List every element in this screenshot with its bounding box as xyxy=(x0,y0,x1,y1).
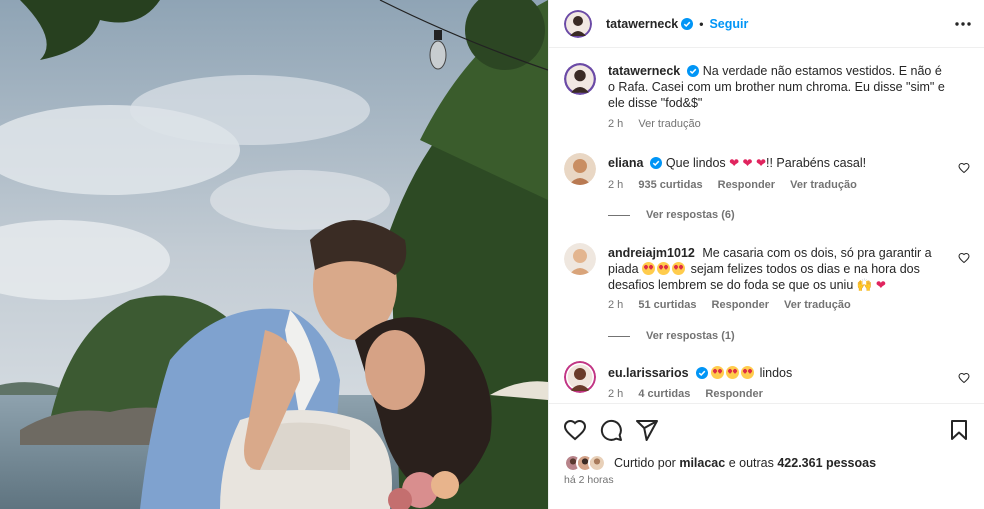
liked-by-suffix: e outras xyxy=(728,456,774,470)
comment-username[interactable]: eliana xyxy=(608,156,643,170)
comment-text-suffix: !! Parabéns casal! xyxy=(766,156,867,170)
view-replies-label: Ver respostas (1) xyxy=(646,330,735,342)
caption-username[interactable]: tatawerneck xyxy=(608,64,680,78)
avatar[interactable] xyxy=(564,243,596,275)
translate-link[interactable]: Ver tradução xyxy=(790,179,857,191)
separator-dot: • xyxy=(699,16,704,31)
comment-username[interactable]: eu.larissarios xyxy=(608,366,689,380)
replies-divider xyxy=(608,214,630,216)
comment-text: lindos xyxy=(759,366,793,380)
comment-bubble-icon[interactable] xyxy=(599,418,623,442)
avatar[interactable] xyxy=(564,9,592,38)
heart-eyes-emoji-icon xyxy=(642,262,687,276)
instagram-post-view: tatawerneck • Seguir tatawerneck Na verd… xyxy=(0,0,984,509)
liker-avatar xyxy=(588,454,606,472)
like-comment-heart-icon[interactable] xyxy=(958,162,970,174)
post-author-username[interactable]: tatawerneck xyxy=(606,17,678,31)
verified-badge-icon xyxy=(687,65,700,77)
comment-likes[interactable]: 935 curtidas xyxy=(638,179,702,191)
reply-link[interactable]: Responder xyxy=(712,299,769,311)
post-side-panel: tatawerneck • Seguir tatawerneck Na verd… xyxy=(548,0,984,509)
share-paper-plane-icon[interactable] xyxy=(635,418,659,442)
view-replies-label: Ver respostas (6) xyxy=(646,209,735,221)
wedding-kiss-photo xyxy=(0,0,548,509)
save-bookmark-icon[interactable] xyxy=(947,418,971,442)
comment-username[interactable]: andreiajm1012 xyxy=(608,246,695,260)
comment-likes[interactable]: 51 curtidas xyxy=(638,299,696,311)
heart-eyes-emoji-icon xyxy=(711,366,756,380)
post-timestamp: há 2 horas xyxy=(564,474,614,486)
likes-count[interactable]: 422.361 pessoas xyxy=(777,456,876,470)
avatar[interactable] xyxy=(564,63,596,95)
liked-by-text: Curtido por milacac e outras 422.361 pes… xyxy=(614,456,876,470)
comment-body: eliana Que lindos ❤ ❤ ❤!! Parabéns casal… xyxy=(608,155,948,171)
verified-badge-icon xyxy=(650,157,663,169)
liked-by-row[interactable]: Curtido por milacac e outras 422.361 pes… xyxy=(564,454,876,472)
comment-meta: 2 h 4 curtidas Responder xyxy=(608,388,775,400)
comment-time: 2 h xyxy=(608,388,624,400)
view-replies-link[interactable]: Ver respostas (6) xyxy=(608,209,735,221)
comment-time: 2 h xyxy=(608,179,624,191)
liked-by-user[interactable]: milacac xyxy=(679,456,725,470)
caption-meta: 2 h Ver tradução xyxy=(608,118,713,130)
avatar[interactable] xyxy=(564,153,596,185)
red-heart-emoji-icon: ❤ ❤ ❤ xyxy=(729,156,767,170)
comment-time: 2 h xyxy=(608,299,624,311)
comment-body: eu.larissarios lindos xyxy=(608,365,948,381)
more-options-icon[interactable] xyxy=(953,14,973,34)
comment-meta: 2 h 51 curtidas Responder Ver tradução xyxy=(608,299,863,311)
verified-badge-icon xyxy=(695,367,708,379)
comment-body: andreiajm1012 Me casaria com os dois, só… xyxy=(608,245,948,293)
translate-link[interactable]: Ver tradução xyxy=(638,118,700,130)
follow-button[interactable]: Seguir xyxy=(709,17,748,31)
translate-link[interactable]: Ver tradução xyxy=(784,299,851,311)
avatar[interactable] xyxy=(564,361,596,393)
comment-meta: 2 h 935 curtidas Responder Ver tradução xyxy=(608,179,869,191)
comment-likes[interactable]: 4 curtidas xyxy=(638,388,690,400)
reply-link[interactable]: Responder xyxy=(705,388,762,400)
view-replies-link[interactable]: Ver respostas (1) xyxy=(608,330,735,342)
post-header: tatawerneck • Seguir xyxy=(549,0,984,48)
replies-divider xyxy=(608,335,630,337)
caption-time: 2 h xyxy=(608,118,624,130)
post-actions: Curtido por milacac e outras 422.361 pes… xyxy=(549,403,984,509)
like-comment-heart-icon[interactable] xyxy=(958,252,970,264)
comments-list[interactable]: tatawerneck Na verdade não estamos vesti… xyxy=(549,49,984,403)
comment-text: Que lindos xyxy=(665,156,726,170)
like-comment-heart-icon[interactable] xyxy=(958,372,970,384)
like-heart-icon[interactable] xyxy=(563,418,587,442)
red-heart-emoji-icon: ❤ xyxy=(875,278,886,292)
caption-body: tatawerneck Na verdade não estamos vesti… xyxy=(608,63,948,111)
post-photo[interactable] xyxy=(0,0,548,509)
liked-by-prefix: Curtido por xyxy=(614,456,676,470)
verified-badge-icon xyxy=(681,17,694,30)
reply-link[interactable]: Responder xyxy=(718,179,775,191)
